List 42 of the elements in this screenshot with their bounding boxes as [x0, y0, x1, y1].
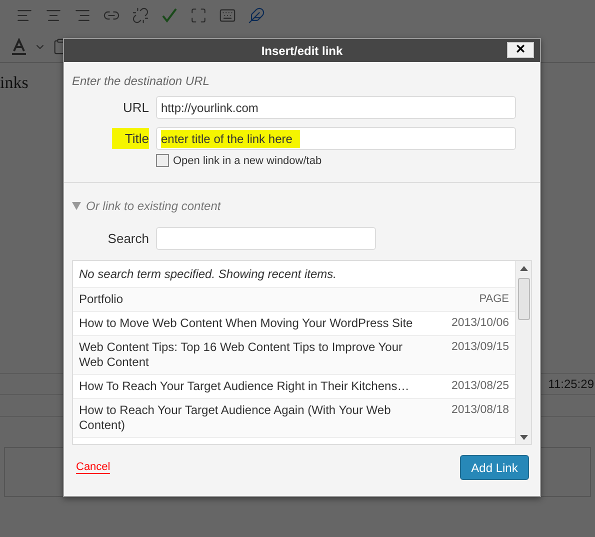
- align-right-icon[interactable]: [74, 7, 91, 24]
- spellcheck-icon[interactable]: [161, 7, 178, 24]
- scroll-up-icon[interactable]: [520, 266, 528, 271]
- close-button[interactable]: ×: [507, 42, 534, 58]
- search-field[interactable]: [156, 227, 376, 250]
- result-item[interactable]: How to Reach Your Target Audience Again (With Your Web Content) 2013/08/18: [73, 399, 515, 438]
- editor-text: inks: [0, 73, 28, 92]
- result-title: How to Reach Your Target Audience Again (With Your Web Content): [79, 403, 392, 433]
- align-left-icon[interactable]: [16, 7, 33, 24]
- result-title: How To Reach Your Target Audience Right in Their Kitchens…: [79, 379, 410, 394]
- scroll-thumb[interactable]: [518, 278, 530, 320]
- timestamp: 11:25:29: [548, 377, 594, 391]
- scroll-down-icon[interactable]: [520, 435, 528, 440]
- feather-icon[interactable]: [248, 7, 265, 24]
- text-color-icon[interactable]: [10, 38, 28, 56]
- fullscreen-icon[interactable]: [190, 7, 207, 24]
- field-label: Search: [106, 230, 149, 248]
- new-window-checkbox[interactable]: [156, 154, 169, 167]
- scrollbar[interactable]: [515, 261, 531, 444]
- checkbox-label: Open link in a new window/tab: [173, 154, 322, 166]
- result-type: PAGE: [479, 292, 509, 307]
- result-title: Web Content Tips: Top 16 Web Content Tips to Improve Your Web Content: [79, 340, 404, 370]
- unlink-icon[interactable]: [132, 7, 149, 24]
- text-field[interactable]: http://yourlink.com: [156, 96, 516, 119]
- result-date: 2013/08/18: [451, 403, 509, 418]
- result-date: 2013/08/25: [451, 379, 509, 394]
- cancel-link[interactable]: Cancel: [76, 461, 110, 474]
- keyboard-icon[interactable]: [219, 7, 236, 24]
- result-title: How to Move Web Content When Moving Your WordPress Site: [79, 316, 413, 331]
- triangle-icon: [72, 202, 81, 210]
- result-date: 2013/10/06: [451, 316, 509, 331]
- intro-text: Enter the destination URL: [72, 74, 210, 88]
- text-field[interactable]: enter title of the link here: [156, 127, 516, 150]
- align-center-icon[interactable]: [45, 7, 62, 24]
- field-label: URL: [122, 99, 149, 117]
- result-item[interactable]: Portfolio PAGE: [73, 288, 515, 312]
- result-date: 2013/09/15: [451, 340, 509, 355]
- result-title: Portfolio: [79, 292, 124, 307]
- existing-content-toggle[interactable]: Or link to existing content: [72, 199, 532, 213]
- add-link-button[interactable]: Add Link: [460, 455, 529, 480]
- dialog-title: Insert/edit link: [261, 44, 343, 58]
- result-item[interactable]: Web Content Tips: Top 16 Web Content Tips to Improve Your Web Content 2013/09/15: [73, 336, 515, 375]
